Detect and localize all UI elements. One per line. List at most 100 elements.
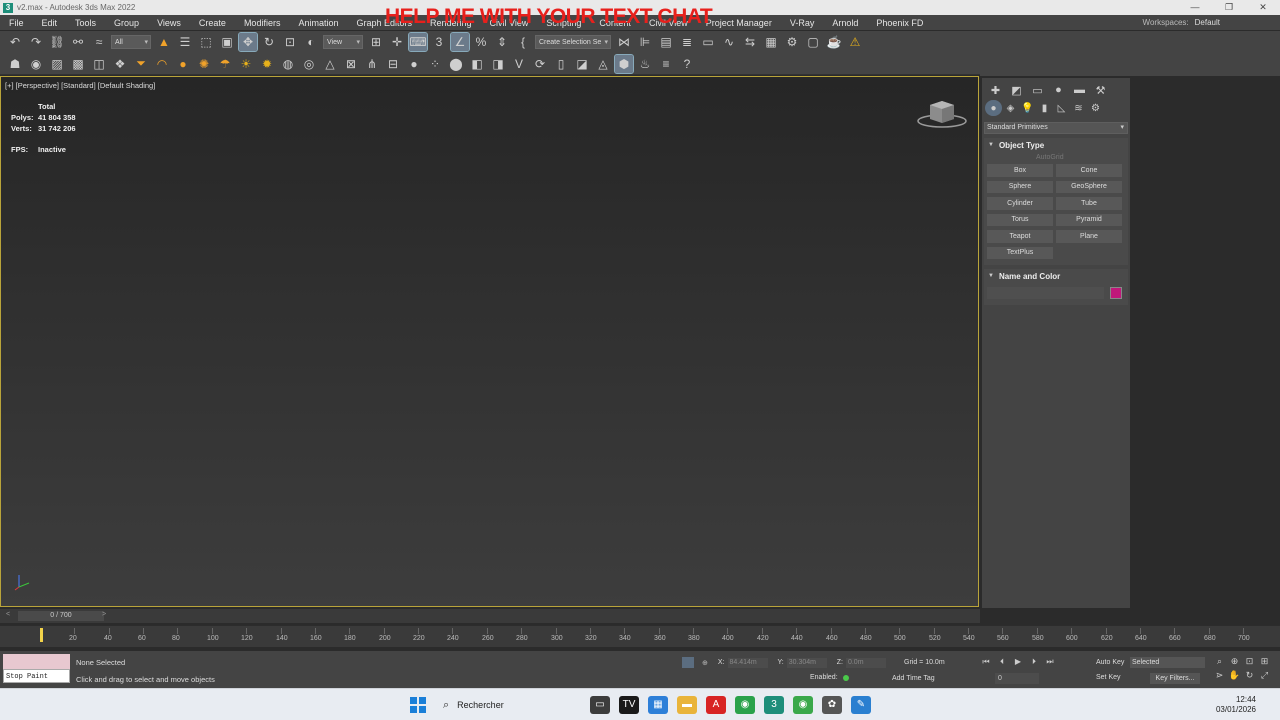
isolate-selection-icon[interactable] [682, 657, 694, 668]
key-filters-button[interactable]: Key Filters... [1150, 673, 1200, 684]
maxscript-listener[interactable]: Stop Paint [3, 654, 70, 685]
maximize-viewport-icon[interactable]: ⤢ [1257, 670, 1272, 684]
unlink-icon[interactable]: ⚯ [69, 33, 87, 51]
reference-coordinate-dropdown[interactable]: View [323, 35, 363, 49]
previous-frame-icon[interactable]: ⏴ [994, 657, 1010, 667]
help-icon[interactable]: ? [678, 55, 696, 73]
pan-icon[interactable]: ✋ [1227, 670, 1242, 684]
scene-convert-icon[interactable]: ⟳ [531, 55, 549, 73]
playhead[interactable] [40, 628, 43, 642]
maxscript-output[interactable] [3, 654, 70, 669]
ribbon-icon[interactable]: ▭ [699, 33, 717, 51]
place-icon[interactable]: ◐ [302, 33, 320, 51]
perspective-viewport[interactable]: [+] [Perspective] [Standard] [Default Sh… [0, 76, 979, 607]
vray-light-icon[interactable]: ◉ [27, 55, 45, 73]
window-crossing-icon[interactable]: ▣ [218, 33, 236, 51]
vray-scatter-icon[interactable]: ⋔ [363, 55, 381, 73]
set-key-button[interactable]: Set Key [1096, 672, 1124, 684]
taskbar-search[interactable]: ⌕ Rechercher [437, 695, 577, 715]
helpers-category-icon[interactable]: ◺ [1053, 100, 1070, 116]
named-selection-set-dropdown[interactable]: Create Selection Se [535, 35, 611, 49]
percent-snap-icon[interactable]: % [472, 33, 490, 51]
pen-tool-icon[interactable]: ✎ [851, 696, 871, 714]
select-by-name-icon[interactable]: ☰ [176, 33, 194, 51]
microsoft-store-icon[interactable]: ▦ [648, 696, 668, 714]
task-view-icon[interactable]: ▭ [590, 696, 610, 714]
snaps-toggle-icon[interactable]: 3 [430, 33, 448, 51]
material-ball-icon[interactable]: ⬤ [447, 55, 465, 73]
name-and-color-header[interactable]: ▼ Name and Color [984, 269, 1128, 283]
chatgpt-icon[interactable]: ✿ [822, 696, 842, 714]
file-explorer-icon[interactable]: ▬ [677, 696, 697, 714]
dome-light-icon[interactable]: ◠ [153, 55, 171, 73]
torus-button[interactable]: Torus [987, 213, 1053, 226]
play-icon[interactable]: ▶ [1010, 657, 1026, 667]
menu-create[interactable]: Create [190, 18, 235, 28]
3ds-max-icon[interactable]: 3 [764, 696, 784, 714]
plane-light-icon[interactable]: ⏷ [132, 55, 150, 73]
ies-light-icon[interactable]: ✺ [195, 55, 213, 73]
render-production-icon[interactable]: ☕ [825, 33, 843, 51]
menu-group[interactable]: Group [105, 18, 148, 28]
sun-light-icon[interactable]: ☀ [237, 55, 255, 73]
time-slider-prev-icon[interactable]: < [6, 611, 10, 618]
frame-buffer-icon[interactable]: ▨ [48, 55, 66, 73]
menu-arnold[interactable]: Arnold [823, 18, 867, 28]
curve-editor-icon[interactable]: ∿ [720, 33, 738, 51]
adaptive-degradation[interactable]: Enabled: [810, 674, 849, 681]
lights-category-icon[interactable]: 💡 [1019, 100, 1036, 116]
box-button[interactable]: Box [987, 164, 1053, 177]
zoom-icon[interactable]: ⌕ [1212, 656, 1227, 670]
zoom-all-icon[interactable]: ⊕ [1227, 656, 1242, 670]
shapes-category-icon[interactable]: ◈ [1002, 100, 1019, 116]
sphere-button[interactable]: Sphere [987, 180, 1053, 193]
cosmos-icon[interactable]: ◬ [594, 55, 612, 73]
asset-editor-icon[interactable]: ▩ [69, 55, 87, 73]
proxy-icon[interactable]: ◫ [90, 55, 108, 73]
select-rotate-icon[interactable]: ↻ [260, 33, 278, 51]
workspaces-selector[interactable]: Workspaces: Default [1143, 15, 1220, 30]
menu-vray[interactable]: V-Ray [781, 18, 824, 28]
vray-fur-icon[interactable]: ◎ [300, 55, 318, 73]
viewcube-icon[interactable] [917, 97, 967, 129]
minimize-button[interactable]: — [1178, 0, 1212, 15]
menu-animation[interactable]: Animation [289, 18, 347, 28]
geosphere-button[interactable]: GeoSphere [1056, 180, 1122, 193]
teapot-button[interactable]: Teapot [987, 230, 1053, 243]
tube-button[interactable]: Tube [1056, 197, 1122, 210]
windows-start-icon[interactable] [410, 697, 426, 713]
edit-named-sets-icon[interactable]: { [514, 33, 532, 51]
z-coordinate-field[interactable]: 0.0m [845, 657, 886, 668]
orbit-icon[interactable]: ↻ [1242, 670, 1257, 684]
material-editor-icon[interactable]: ▦ [762, 33, 780, 51]
autogrid-checkbox[interactable]: AutoGrid [1036, 154, 1128, 161]
warning-icon[interactable]: ⚠ [846, 33, 864, 51]
close-button[interactable]: ✕ [1246, 0, 1280, 15]
select-object-icon[interactable]: ▲ [155, 33, 173, 51]
vray-logo-icon[interactable]: V [510, 55, 528, 73]
chrome-icon[interactable]: ◉ [735, 696, 755, 714]
system-clock[interactable]: 12:44 03/01/2026 [1216, 695, 1256, 715]
teapot-render-icon[interactable]: ☗ [6, 55, 24, 73]
acrobat-icon[interactable]: A [706, 696, 726, 714]
select-move-icon[interactable]: ✥ [238, 32, 258, 52]
select-scale-icon[interactable]: ⊡ [281, 33, 299, 51]
schematic-view-icon[interactable]: ⇆ [741, 33, 759, 51]
track-bar[interactable]: 20 40 60 80 100 120 140 160 180 200 220 240 260 280 30… [0, 625, 1280, 647]
rendered-frame-icon[interactable]: ▢ [804, 33, 822, 51]
go-to-start-icon[interactable]: ⏮ [978, 657, 994, 667]
field-of-view-icon[interactable]: ⋗ [1212, 670, 1227, 684]
plane-button[interactable]: Plane [1056, 230, 1122, 243]
phoenix-icon[interactable]: ♨ [636, 55, 654, 73]
render-setup-icon[interactable]: ⚙ [783, 33, 801, 51]
menu-tools[interactable]: Tools [66, 18, 105, 28]
zoom-extents-all-icon[interactable]: ⊞ [1257, 656, 1272, 670]
current-frame-field[interactable]: 0 [995, 673, 1039, 684]
material-icon[interactable]: ❖ [111, 55, 129, 73]
object-name-field[interactable] [987, 287, 1104, 299]
pyramid-button[interactable]: Pyramid [1056, 213, 1122, 226]
balls-icon[interactable]: ⁘ [426, 55, 444, 73]
absolute-mode-icon[interactable]: ⊕ [702, 659, 708, 667]
menu-modifiers[interactable]: Modifiers [235, 18, 290, 28]
chrome-badge-icon[interactable]: ◉ [793, 696, 813, 714]
